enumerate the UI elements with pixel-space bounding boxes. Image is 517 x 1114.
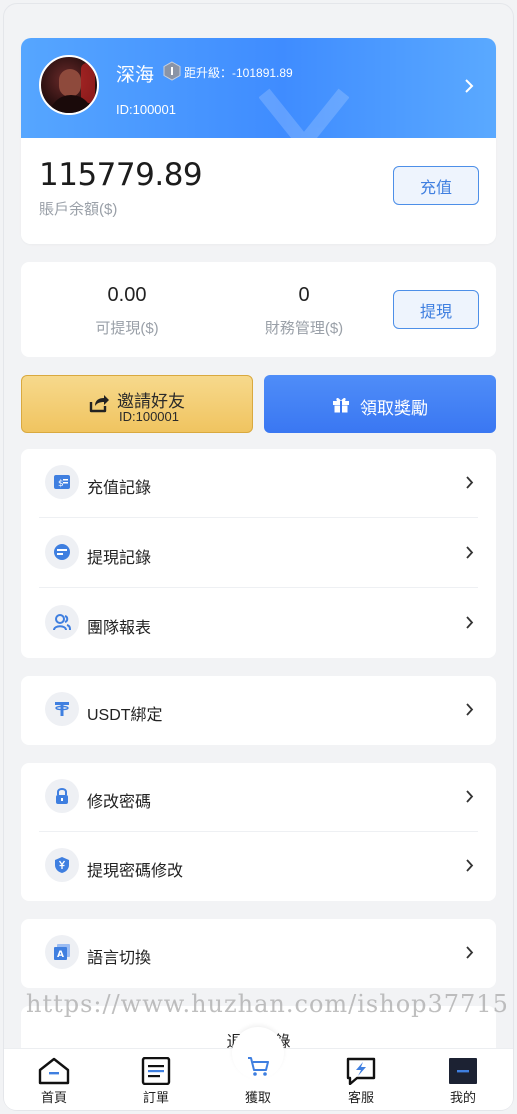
user-id: ID:100001 xyxy=(116,102,176,117)
tab-mine[interactable]: 我的 xyxy=(423,1049,503,1111)
chevron-right-icon xyxy=(466,703,474,716)
chevron-right-icon xyxy=(466,859,474,872)
home-icon xyxy=(38,1057,70,1085)
menu-item-change-withdraw-password[interactable]: 提現密碼修改 xyxy=(21,832,496,901)
claim-reward-button[interactable]: 領取獎勵 xyxy=(264,375,496,433)
chevron-right-icon xyxy=(466,616,474,629)
menu-label: USDT綁定 xyxy=(87,707,163,724)
menu-label: 修改密碼 xyxy=(87,794,152,811)
withdrawable-value: 0.00 xyxy=(107,284,147,306)
tab-label: 訂單 xyxy=(142,1090,169,1105)
tab-home[interactable]: 首頁 xyxy=(14,1049,94,1111)
tab-label: 首頁 xyxy=(40,1090,67,1105)
records-menu-card: $ 充值記錄 提現記錄 團隊報表 xyxy=(21,449,496,658)
username: 深海 xyxy=(116,65,155,86)
tab-label: 獲取 xyxy=(244,1090,271,1105)
profile-card: 深海 距升級：-101891.89 ID:100001 115779.89 賬戶… xyxy=(21,38,496,244)
menu-label: 充值記錄 xyxy=(87,480,152,497)
avatar xyxy=(39,55,99,115)
upgrade-progress-text: 距升級：-101891.89 xyxy=(184,66,293,80)
menu-label: 團隊報表 xyxy=(87,620,152,637)
tab-orders[interactable]: 訂單 xyxy=(116,1049,196,1111)
withdrawable-stat: 0.00 可提現($) xyxy=(73,284,181,338)
menu-label: 語言切換 xyxy=(87,950,152,967)
chevron-right-icon xyxy=(466,476,474,489)
watermark-text: https://www.huzhan.com/ishop37715 xyxy=(26,990,509,1018)
shield-yuan-icon xyxy=(45,848,79,882)
usdt-menu-card: USDT綁定 xyxy=(21,676,496,745)
withdrawable-label: 可提現($) xyxy=(95,320,159,337)
profile-icon xyxy=(449,1058,477,1084)
lock-icon xyxy=(45,779,79,813)
menu-item-withdraw-records[interactable]: 提現記錄 xyxy=(21,519,496,588)
balance-area: 115779.89 賬戶余額($) 充值 xyxy=(21,138,496,244)
password-menu-card: 修改密碼 提現密碼修改 xyxy=(21,763,496,901)
tab-grab[interactable]: 獲取 xyxy=(218,1027,298,1111)
language-icon: A xyxy=(45,935,79,969)
menu-item-team-report[interactable]: 團隊報表 xyxy=(21,589,496,658)
cart-icon xyxy=(248,1057,269,1076)
menu-item-usdt-binding[interactable]: USDT綁定 xyxy=(21,676,496,745)
menu-item-language-switch[interactable]: A 語言切換 xyxy=(21,919,496,988)
menu-label: 提現記錄 xyxy=(87,550,152,567)
team-icon xyxy=(45,605,79,639)
chevron-right-icon xyxy=(466,546,474,559)
menu-item-change-password[interactable]: 修改密碼 xyxy=(21,763,496,832)
tab-service[interactable]: 客服 xyxy=(321,1049,401,1111)
share-icon xyxy=(89,395,109,413)
svg-text:$: $ xyxy=(58,479,64,489)
finance-stat: 0 財務管理($) xyxy=(244,284,364,338)
balance-label: 賬戶余額($) xyxy=(39,201,118,218)
chevron-right-icon xyxy=(466,790,474,803)
tab-label: 客服 xyxy=(347,1090,374,1105)
language-menu-card: A 語言切換 xyxy=(21,919,496,988)
reward-label: 領取獎勵 xyxy=(360,399,428,418)
service-chat-icon xyxy=(346,1057,376,1085)
finance-label: 財務管理($) xyxy=(264,320,344,337)
recharge-record-icon: $ xyxy=(45,465,79,499)
invite-friends-button[interactable]: 邀請好友 ID:100001 xyxy=(21,375,253,433)
finance-value: 0 xyxy=(298,284,310,306)
menu-label: 提現密碼修改 xyxy=(87,863,184,880)
recharge-button[interactable]: 充值 xyxy=(393,166,479,205)
orders-icon xyxy=(141,1057,171,1085)
profile-header[interactable]: 深海 距升級：-101891.89 ID:100001 xyxy=(21,38,496,148)
tether-icon xyxy=(45,692,79,726)
stats-card: 0.00 可提現($) 0 財務管理($) 提現 xyxy=(21,262,496,357)
chevron-right-icon xyxy=(466,946,474,959)
withdraw-record-icon xyxy=(45,535,79,569)
gift-icon xyxy=(333,397,349,413)
withdraw-button[interactable]: 提現 xyxy=(393,290,479,329)
chevron-right-icon xyxy=(465,79,474,93)
menu-item-recharge-records[interactable]: $ 充值記錄 xyxy=(21,449,496,518)
bottom-tabbar: 首頁 訂單 獲取 客服 我的 xyxy=(4,1027,513,1111)
invite-id: ID:100001 xyxy=(119,409,179,424)
svg-text:A: A xyxy=(57,950,64,960)
balance-value: 115779.89 xyxy=(39,157,203,193)
tab-label: 我的 xyxy=(449,1090,476,1105)
level-badge-icon xyxy=(163,61,181,81)
